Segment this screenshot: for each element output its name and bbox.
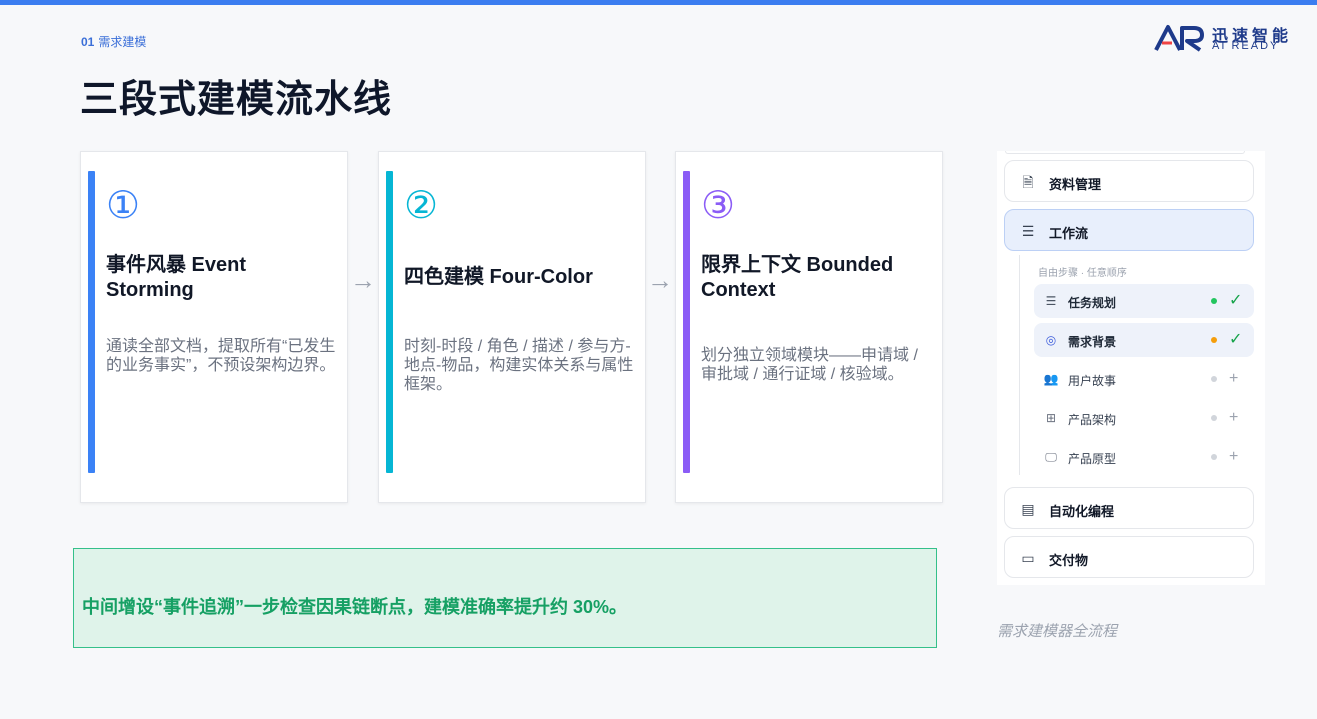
status-dot	[1211, 415, 1217, 421]
substep-product-prototype[interactable]: 🖵 产品原型 +	[1034, 440, 1254, 474]
plus-icon[interactable]: +	[1229, 408, 1238, 428]
top-accent-bar	[0, 0, 1317, 5]
step-card-bounded-context: ③ 限界上下文 Bounded Context 划分独立领域模块——申请域 / …	[675, 151, 943, 503]
card-title: 限界上下文 Bounded Context	[701, 254, 894, 301]
arrow-right-icon: →	[647, 265, 673, 295]
card-description: 时刻-时段 / 角色 / 描述 / 参与方-地点-物品，构建实体关系与属性框架。	[404, 338, 634, 393]
arrow-right-icon: →	[350, 265, 376, 295]
substep-label: 需求背景	[1068, 335, 1117, 349]
code-file-icon: ▤	[1021, 501, 1035, 517]
monitor-icon: 🖵	[1045, 450, 1057, 464]
grid-icon: ⊞	[1045, 411, 1057, 425]
section-label: 需求建模	[98, 35, 147, 49]
plus-icon[interactable]: +	[1229, 447, 1238, 467]
substep-label: 用户故事	[1068, 374, 1117, 388]
card-description: 通读全部文档，提取所有“已发生的业务事实”，不预设架构边界。	[106, 338, 336, 374]
step-number: ①	[106, 185, 141, 227]
tree-line	[1019, 255, 1020, 475]
sidebar-item-deliverables[interactable]: ▭ 交付物	[1004, 536, 1254, 578]
callout-text: 中间增设“事件追溯”一步检查因果链断点，建模准确率提升约 30%。	[82, 597, 628, 617]
substep-label: 任务规划	[1068, 296, 1117, 310]
status-dot	[1211, 337, 1217, 343]
substep-product-architecture[interactable]: ⊞ 产品架构 +	[1034, 401, 1254, 435]
step-card-four-color: ② 四色建模 Four-Color 时刻-时段 / 角色 / 描述 / 参与方-…	[378, 151, 646, 503]
folder-icon: ▭	[1021, 550, 1035, 566]
substep-requirement-background[interactable]: ◎ 需求背景 ✓	[1034, 323, 1254, 357]
list-icon: ☰	[1021, 223, 1035, 239]
sidebar-item-workflow[interactable]: ☰ 工作流	[1004, 209, 1254, 251]
target-icon: ◎	[1045, 333, 1057, 347]
card-accent-bar	[386, 171, 393, 473]
list-icon: ☰	[1045, 294, 1057, 308]
status-dot	[1211, 376, 1217, 382]
plus-icon[interactable]: +	[1229, 369, 1238, 389]
card-title: 四色建模 Four-Color	[404, 266, 593, 288]
substep-label: 产品原型	[1068, 452, 1117, 466]
callout-box: 中间增设“事件追溯”一步检查因果链断点，建模准确率提升约 30%。	[73, 548, 937, 648]
status-dot	[1211, 298, 1217, 304]
substep-user-story[interactable]: 👥 用户故事 +	[1034, 362, 1254, 396]
sidebar-item-label: 交付物	[1049, 553, 1089, 568]
sidebar-item-label: 资料管理	[1049, 177, 1102, 192]
page-title: 三段式建模流水线	[80, 79, 393, 121]
sidebar-item-label: 自动化编程	[1049, 504, 1115, 519]
users-icon: 👥	[1043, 372, 1059, 386]
sidebar-caption: 需求建模器全流程	[997, 623, 1118, 640]
step-number: ③	[701, 185, 736, 227]
status-dot	[1211, 454, 1217, 460]
substep-task-planning[interactable]: ☰ 任务规划 ✓	[1034, 284, 1254, 318]
card-title: 事件风暴 Event Storming	[106, 254, 247, 301]
check-icon: ✓	[1229, 331, 1243, 348]
sidebar-item-partial	[1005, 151, 1245, 154]
sidebar-item-label: 工作流	[1049, 226, 1089, 241]
ar-logo-icon	[1154, 25, 1204, 52]
card-description: 划分独立领域模块——申请域 / 审批域 / 通行证域 / 核验域。	[701, 347, 918, 383]
logo-text-en: AI READY	[1212, 40, 1280, 52]
card-accent-bar	[88, 171, 95, 473]
substeps-label: 自由步骤 · 任意顺序	[1038, 268, 1127, 279]
document-icon: 🗎	[1022, 174, 1034, 190]
card-accent-bar	[683, 171, 690, 473]
check-icon: ✓	[1229, 292, 1243, 309]
section-number: 01	[81, 35, 95, 49]
step-card-event-storming: ① 事件风暴 Event Storming 通读全部文档，提取所有“已发生的业务…	[80, 151, 348, 503]
sidebar-item-docs[interactable]: 🗎 资料管理	[1004, 160, 1254, 202]
section-tag: 01 需求建模	[81, 33, 146, 50]
sidebar-item-auto-programming[interactable]: ▤ 自动化编程	[1004, 487, 1254, 529]
brand-logo: 迅速智能 AI READY	[1154, 22, 1294, 54]
workflow-sidebar: 🗎 资料管理 ☰ 工作流 自由步骤 · 任意顺序 ☰ 任务规划 ✓ ◎ 需求背景…	[997, 151, 1265, 585]
substep-label: 产品架构	[1068, 413, 1117, 427]
step-number: ②	[404, 185, 439, 227]
